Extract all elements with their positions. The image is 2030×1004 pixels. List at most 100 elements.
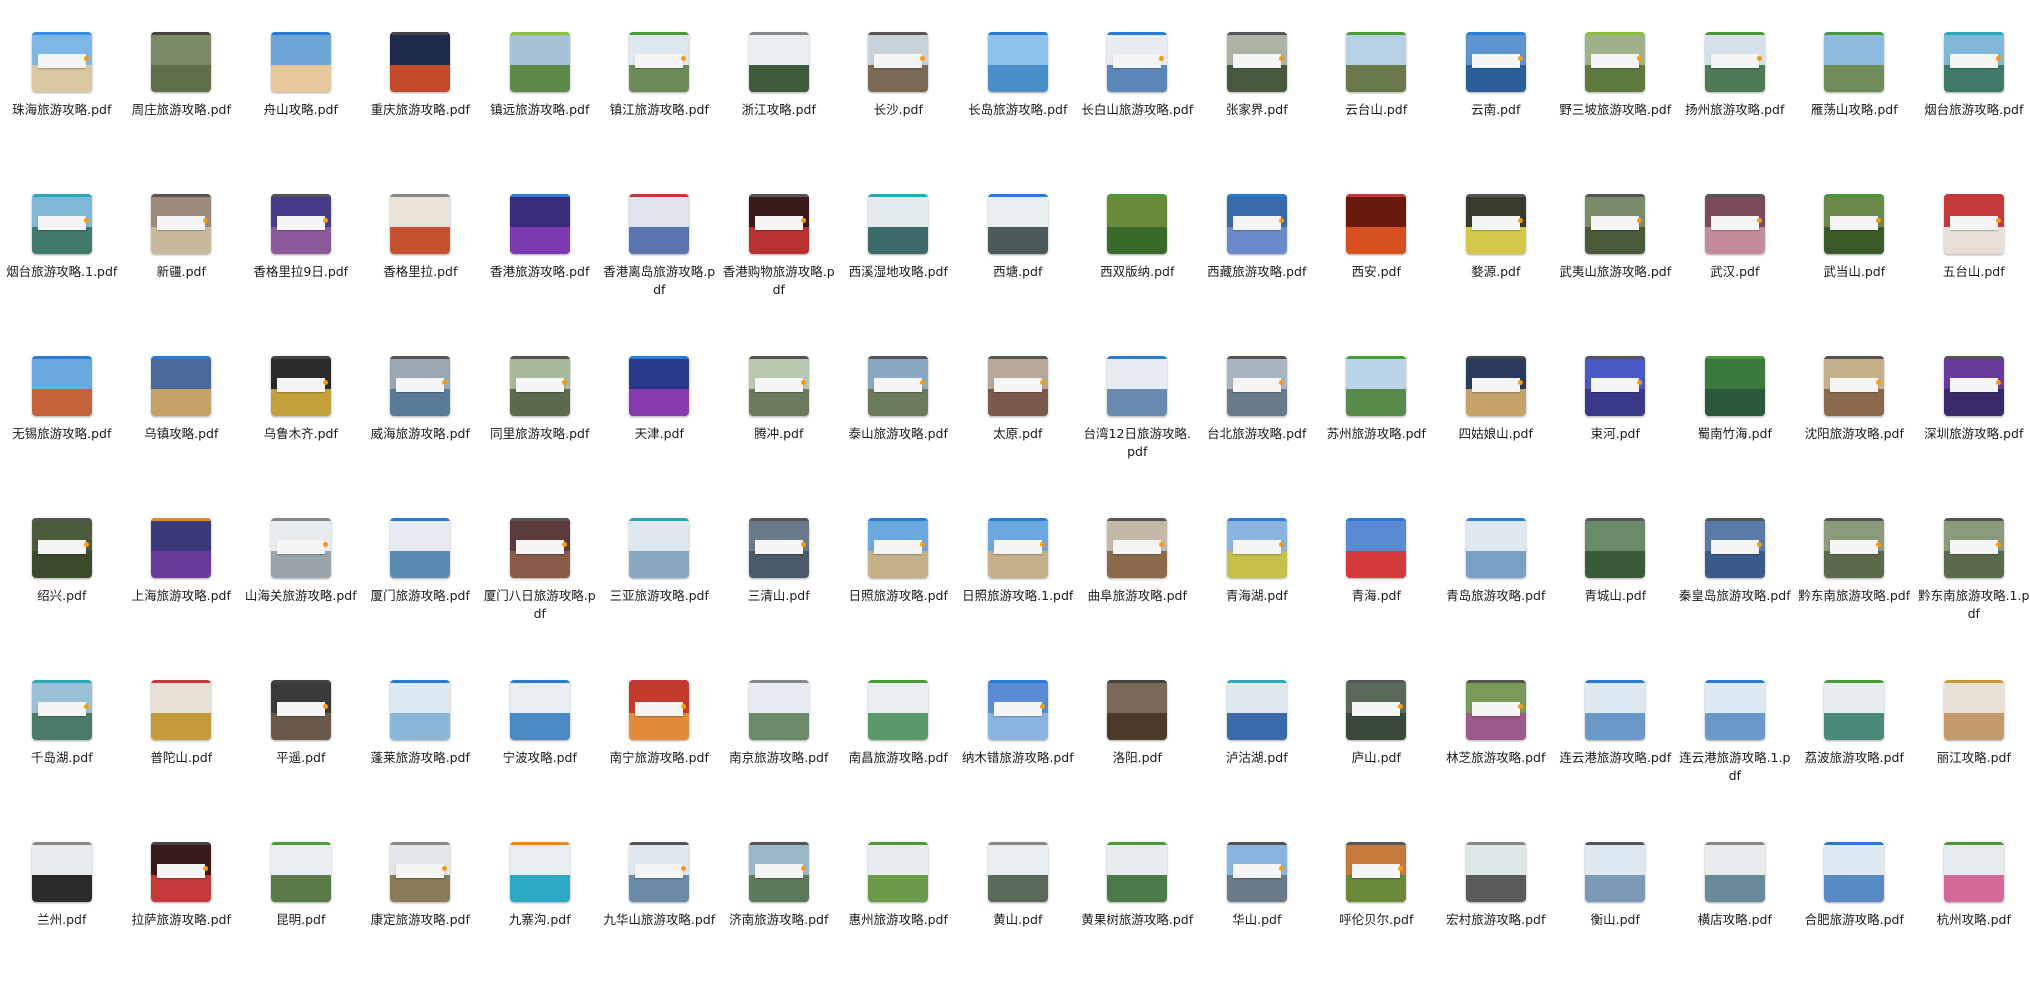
file-item[interactable]: 西双版纳.pdf — [1078, 194, 1198, 356]
file-item[interactable]: 南宁旅游攻略.pdf — [600, 680, 720, 842]
file-item[interactable]: 周庄旅游攻略.pdf — [122, 32, 242, 194]
file-item[interactable]: 腾冲.pdf — [719, 356, 839, 518]
file-item[interactable]: 杭州攻略.pdf — [1914, 842, 2030, 1004]
file-item[interactable]: 黔东南旅游攻略.pdf — [1795, 518, 1915, 680]
file-item[interactable]: 南京旅游攻略.pdf — [719, 680, 839, 842]
file-item[interactable]: 天津.pdf — [600, 356, 720, 518]
file-item[interactable]: 庐山.pdf — [1317, 680, 1437, 842]
file-item[interactable]: 无锡旅游攻略.pdf — [2, 356, 122, 518]
file-item[interactable]: 云台山.pdf — [1317, 32, 1437, 194]
file-item[interactable]: 蜀南竹海.pdf — [1675, 356, 1795, 518]
file-item[interactable]: 宏村旅游攻略.pdf — [1436, 842, 1556, 1004]
file-item[interactable]: 黄山.pdf — [958, 842, 1078, 1004]
file-item[interactable]: 五台山.pdf — [1914, 194, 2030, 356]
file-item[interactable]: 香港购物旅游攻略.pdf — [719, 194, 839, 356]
file-item[interactable]: 青海湖.pdf — [1197, 518, 1317, 680]
file-item[interactable]: 曲阜旅游攻略.pdf — [1078, 518, 1198, 680]
file-item[interactable]: 绍兴.pdf — [2, 518, 122, 680]
file-item[interactable]: 济南旅游攻略.pdf — [719, 842, 839, 1004]
file-item[interactable]: 日照旅游攻略.1.pdf — [958, 518, 1078, 680]
file-item[interactable]: 厦门八日旅游攻略.pdf — [480, 518, 600, 680]
file-item[interactable]: 黔东南旅游攻略.1.pdf — [1914, 518, 2030, 680]
file-item[interactable]: 同里旅游攻略.pdf — [480, 356, 600, 518]
file-item[interactable]: 重庆旅游攻略.pdf — [361, 32, 481, 194]
file-item[interactable]: 黄果树旅游攻略.pdf — [1078, 842, 1198, 1004]
file-item[interactable]: 华山.pdf — [1197, 842, 1317, 1004]
file-item[interactable]: 香格里拉9日.pdf — [241, 194, 361, 356]
file-item[interactable]: 衡山.pdf — [1556, 842, 1676, 1004]
file-item[interactable]: 乌镇攻略.pdf — [122, 356, 242, 518]
file-item[interactable]: 镇江旅游攻略.pdf — [600, 32, 720, 194]
file-item[interactable]: 横店攻略.pdf — [1675, 842, 1795, 1004]
file-item[interactable]: 泸沽湖.pdf — [1197, 680, 1317, 842]
file-item[interactable]: 林芝旅游攻略.pdf — [1436, 680, 1556, 842]
file-item[interactable]: 拉萨旅游攻略.pdf — [122, 842, 242, 1004]
file-item[interactable]: 云南.pdf — [1436, 32, 1556, 194]
file-item[interactable]: 荔波旅游攻略.pdf — [1795, 680, 1915, 842]
file-item[interactable]: 平遥.pdf — [241, 680, 361, 842]
file-item[interactable]: 山海关旅游攻略.pdf — [241, 518, 361, 680]
file-item[interactable]: 束河.pdf — [1556, 356, 1676, 518]
file-item[interactable]: 台湾12日旅游攻略.pdf — [1078, 356, 1198, 518]
file-item[interactable]: 威海旅游攻略.pdf — [361, 356, 481, 518]
file-item[interactable]: 烟台旅游攻略.pdf — [1914, 32, 2030, 194]
file-item[interactable]: 长白山旅游攻略.pdf — [1078, 32, 1198, 194]
file-item[interactable]: 香港离岛旅游攻略.pdf — [600, 194, 720, 356]
file-item[interactable]: 香港旅游攻略.pdf — [480, 194, 600, 356]
file-item[interactable]: 丽江攻略.pdf — [1914, 680, 2030, 842]
file-item[interactable]: 九寨沟.pdf — [480, 842, 600, 1004]
file-item[interactable]: 深圳旅游攻略.pdf — [1914, 356, 2030, 518]
file-item[interactable]: 婺源.pdf — [1436, 194, 1556, 356]
file-item[interactable]: 三亚旅游攻略.pdf — [600, 518, 720, 680]
file-item[interactable]: 烟台旅游攻略.1.pdf — [2, 194, 122, 356]
file-item[interactable]: 连云港旅游攻略.1.pdf — [1675, 680, 1795, 842]
file-item[interactable]: 镇远旅游攻略.pdf — [480, 32, 600, 194]
file-item[interactable]: 蓬莱旅游攻略.pdf — [361, 680, 481, 842]
file-item[interactable]: 太原.pdf — [958, 356, 1078, 518]
file-item[interactable]: 昆明.pdf — [241, 842, 361, 1004]
file-item[interactable]: 武夷山旅游攻略.pdf — [1556, 194, 1676, 356]
file-item[interactable]: 兰州.pdf — [2, 842, 122, 1004]
file-item[interactable]: 纳木错旅游攻略.pdf — [958, 680, 1078, 842]
file-item[interactable]: 武当山.pdf — [1795, 194, 1915, 356]
file-item[interactable]: 千岛湖.pdf — [2, 680, 122, 842]
file-item[interactable]: 日照旅游攻略.pdf — [839, 518, 959, 680]
file-item[interactable]: 惠州旅游攻略.pdf — [839, 842, 959, 1004]
file-item[interactable]: 上海旅游攻略.pdf — [122, 518, 242, 680]
file-item[interactable]: 青岛旅游攻略.pdf — [1436, 518, 1556, 680]
file-item[interactable]: 舟山攻略.pdf — [241, 32, 361, 194]
file-item[interactable]: 西塘.pdf — [958, 194, 1078, 356]
file-item[interactable]: 新疆.pdf — [122, 194, 242, 356]
file-item[interactable]: 厦门旅游攻略.pdf — [361, 518, 481, 680]
file-item[interactable]: 普陀山.pdf — [122, 680, 242, 842]
file-item[interactable]: 康定旅游攻略.pdf — [361, 842, 481, 1004]
file-item[interactable]: 浙江攻略.pdf — [719, 32, 839, 194]
file-item[interactable]: 乌鲁木齐.pdf — [241, 356, 361, 518]
file-item[interactable]: 西安.pdf — [1317, 194, 1437, 356]
file-item[interactable]: 合肥旅游攻略.pdf — [1795, 842, 1915, 1004]
file-item[interactable]: 雁荡山攻略.pdf — [1795, 32, 1915, 194]
file-item[interactable]: 连云港旅游攻略.pdf — [1556, 680, 1676, 842]
file-item[interactable]: 南昌旅游攻略.pdf — [839, 680, 959, 842]
file-item[interactable]: 宁波攻略.pdf — [480, 680, 600, 842]
file-item[interactable]: 野三坡旅游攻略.pdf — [1556, 32, 1676, 194]
file-item[interactable]: 西溪湿地攻略.pdf — [839, 194, 959, 356]
file-item[interactable]: 九华山旅游攻略.pdf — [600, 842, 720, 1004]
file-item[interactable]: 香格里拉.pdf — [361, 194, 481, 356]
file-item[interactable]: 张家界.pdf — [1197, 32, 1317, 194]
file-item[interactable]: 沈阳旅游攻略.pdf — [1795, 356, 1915, 518]
file-item[interactable]: 苏州旅游攻略.pdf — [1317, 356, 1437, 518]
file-item[interactable]: 武汉.pdf — [1675, 194, 1795, 356]
file-item[interactable]: 青城山.pdf — [1556, 518, 1676, 680]
file-item[interactable]: 秦皇岛旅游攻略.pdf — [1675, 518, 1795, 680]
file-item[interactable]: 珠海旅游攻略.pdf — [2, 32, 122, 194]
file-item[interactable]: 台北旅游攻略.pdf — [1197, 356, 1317, 518]
file-item[interactable]: 西藏旅游攻略.pdf — [1197, 194, 1317, 356]
file-item[interactable]: 青海.pdf — [1317, 518, 1437, 680]
file-item[interactable]: 洛阳.pdf — [1078, 680, 1198, 842]
file-item[interactable]: 长岛旅游攻略.pdf — [958, 32, 1078, 194]
file-item[interactable]: 长沙.pdf — [839, 32, 959, 194]
file-item[interactable]: 扬州旅游攻略.pdf — [1675, 32, 1795, 194]
file-item[interactable]: 四姑娘山.pdf — [1436, 356, 1556, 518]
file-item[interactable]: 呼伦贝尔.pdf — [1317, 842, 1437, 1004]
